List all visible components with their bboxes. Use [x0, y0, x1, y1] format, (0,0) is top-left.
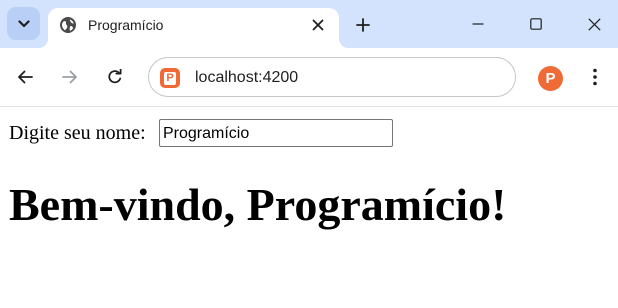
- greeting-heading: Bem-vindo, Programício!: [9, 179, 507, 230]
- forward-button[interactable]: [57, 64, 83, 90]
- tab-active[interactable]: Programício: [38, 8, 349, 48]
- close-icon: [587, 17, 601, 31]
- close-window-button[interactable]: [580, 10, 608, 38]
- extension-icon[interactable]: P: [538, 66, 563, 91]
- tab-search-button[interactable]: [7, 7, 40, 40]
- reload-icon: [108, 69, 122, 84]
- address-bar[interactable]: P localhost:4200: [148, 57, 516, 97]
- name-input[interactable]: [159, 119, 393, 147]
- maximize-icon: [530, 18, 542, 30]
- plus-icon: [356, 18, 370, 32]
- site-icon-letter: P: [164, 71, 176, 85]
- chevron-down-icon: [17, 19, 30, 27]
- name-label: Digite seu nome:: [9, 122, 146, 144]
- arrow-left-icon: [18, 70, 33, 84]
- url-text[interactable]: localhost:4200: [195, 68, 298, 88]
- tab-strip: Programício: [0, 0, 618, 48]
- site-info-icon[interactable]: P: [160, 68, 180, 88]
- arrow-right-icon: [62, 70, 77, 84]
- minimize-icon: [472, 23, 484, 25]
- back-button[interactable]: [12, 64, 38, 90]
- menu-button[interactable]: [582, 64, 608, 90]
- extension-icon-letter: P: [545, 70, 556, 87]
- browser-toolbar: P localhost:4200: [0, 48, 618, 107]
- new-tab-button[interactable]: [350, 12, 376, 38]
- close-icon: [312, 19, 324, 31]
- reload-button[interactable]: [102, 64, 128, 90]
- tab-close-button[interactable]: [307, 14, 329, 36]
- page-content: Digite seu nome: Bem-vindo, Programício!: [0, 107, 618, 308]
- maximize-button[interactable]: [522, 10, 550, 38]
- minimize-button[interactable]: [464, 10, 492, 38]
- tab-title: Programício: [88, 17, 164, 33]
- globe-icon: [60, 17, 76, 33]
- kebab-menu-icon: [593, 68, 597, 86]
